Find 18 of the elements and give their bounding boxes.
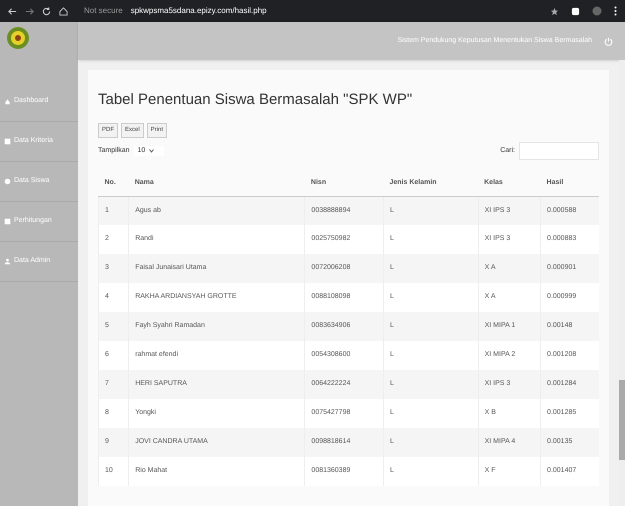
extension-icon[interactable] bbox=[571, 6, 580, 16]
page-title: Tabel Penentuan Siswa Bermasalah "SPK WP" bbox=[98, 92, 414, 107]
security-label: Not secure bbox=[84, 5, 123, 17]
home-icon bbox=[4, 98, 11, 105]
address-field[interactable]: spkwpsma5sdana.epizy.com/hasil.php bbox=[130, 5, 267, 17]
user-icon bbox=[4, 258, 11, 265]
logo-icon bbox=[6, 26, 30, 50]
back-icon[interactable] bbox=[8, 6, 17, 16]
caret-icon bbox=[149, 149, 154, 153]
menu-icon[interactable] bbox=[614, 6, 617, 16]
home-icon[interactable] bbox=[59, 6, 68, 16]
star-icon[interactable] bbox=[550, 6, 559, 16]
document-icon bbox=[4, 218, 11, 225]
forward-icon[interactable] bbox=[25, 6, 34, 16]
search-field[interactable] bbox=[519, 142, 599, 160]
reload-icon[interactable] bbox=[42, 6, 51, 16]
profile-icon[interactable] bbox=[592, 6, 602, 16]
grid-icon bbox=[4, 138, 11, 145]
